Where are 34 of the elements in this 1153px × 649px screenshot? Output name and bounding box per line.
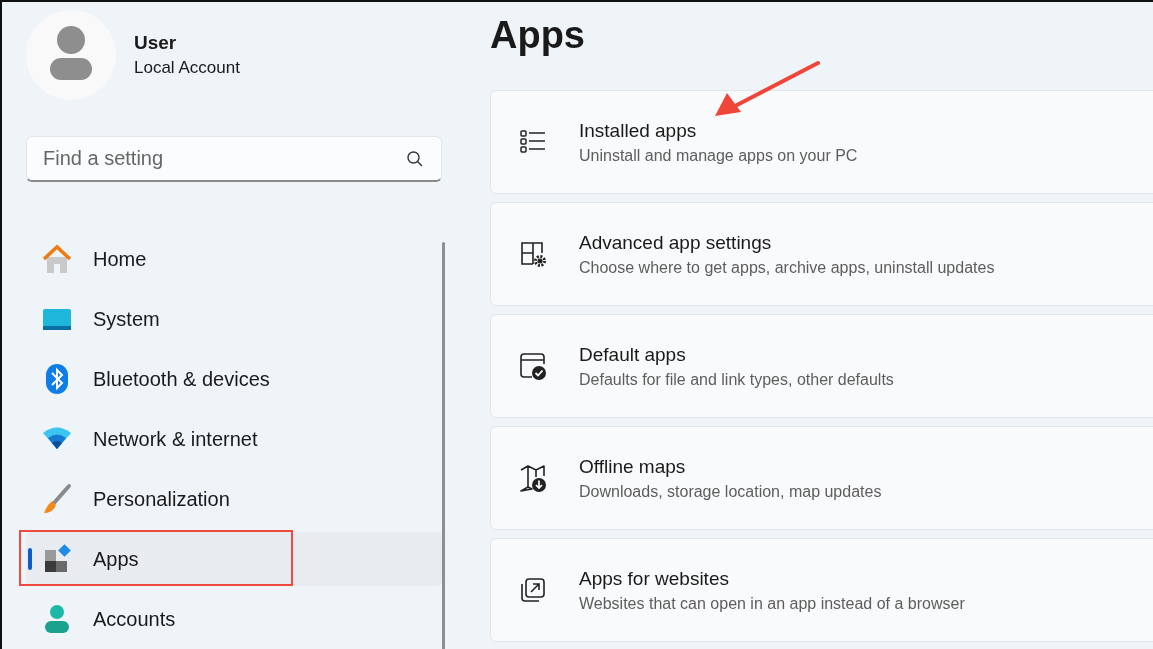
card-title: Advanced app settings	[579, 231, 773, 254]
nav-item[interactable]: Home	[26, 232, 442, 286]
house-icon	[41, 243, 73, 275]
nav-item[interactable]: Network & internet	[26, 412, 442, 466]
page-title: Apps	[490, 14, 586, 58]
search-icon	[406, 150, 424, 168]
settings-card[interactable]: Offline maps Downloads, storage location, map updates	[490, 426, 1153, 530]
card-description: Choose where to get apps, archive apps, uninstall updates	[579, 258, 995, 277]
card-title: Installed apps	[579, 119, 698, 142]
account-type: Local Account	[134, 58, 240, 78]
paintbrush-icon	[41, 483, 73, 515]
scrollbar[interactable]	[442, 242, 445, 649]
nav-item[interactable]: Bluetooth & devices	[26, 352, 442, 406]
card-description: Downloads, storage location, map updates	[579, 482, 882, 501]
card-description: Websites that can open in an app instead of a browser	[579, 594, 965, 613]
window-gear-icon	[519, 240, 547, 268]
user-name: User	[134, 32, 178, 54]
card-title: Offline maps	[579, 455, 687, 478]
list-icon	[519, 128, 547, 156]
window-check-icon	[519, 352, 547, 380]
card-title: Default apps	[579, 343, 687, 366]
settings-card[interactable]: Advanced app settings Choose where to get apps, archive apps, uninstall updates	[490, 202, 1153, 306]
card-description: Defaults for file and link types, other defaults	[579, 370, 894, 389]
settings-card[interactable]: Apps for websites Websites that can open in an app instead of a browser	[490, 538, 1153, 642]
card-title: Apps for websites	[579, 567, 730, 590]
settings-card[interactable]: Installed apps Uninstall and manage apps on your PC	[490, 90, 1153, 194]
window-arrow-icon	[519, 576, 547, 604]
nav-item[interactable]: Personalization	[26, 472, 442, 526]
nav-item[interactable]: System	[26, 292, 442, 346]
search-field[interactable]: Find a setting	[26, 136, 442, 182]
card-description: Uninstall and manage apps on your PC	[579, 146, 858, 165]
map-download-icon	[519, 464, 547, 492]
nav-item[interactable]: Accounts	[26, 592, 442, 646]
settings-card[interactable]: Default apps Defaults for file and link types, other defaults	[490, 314, 1153, 418]
